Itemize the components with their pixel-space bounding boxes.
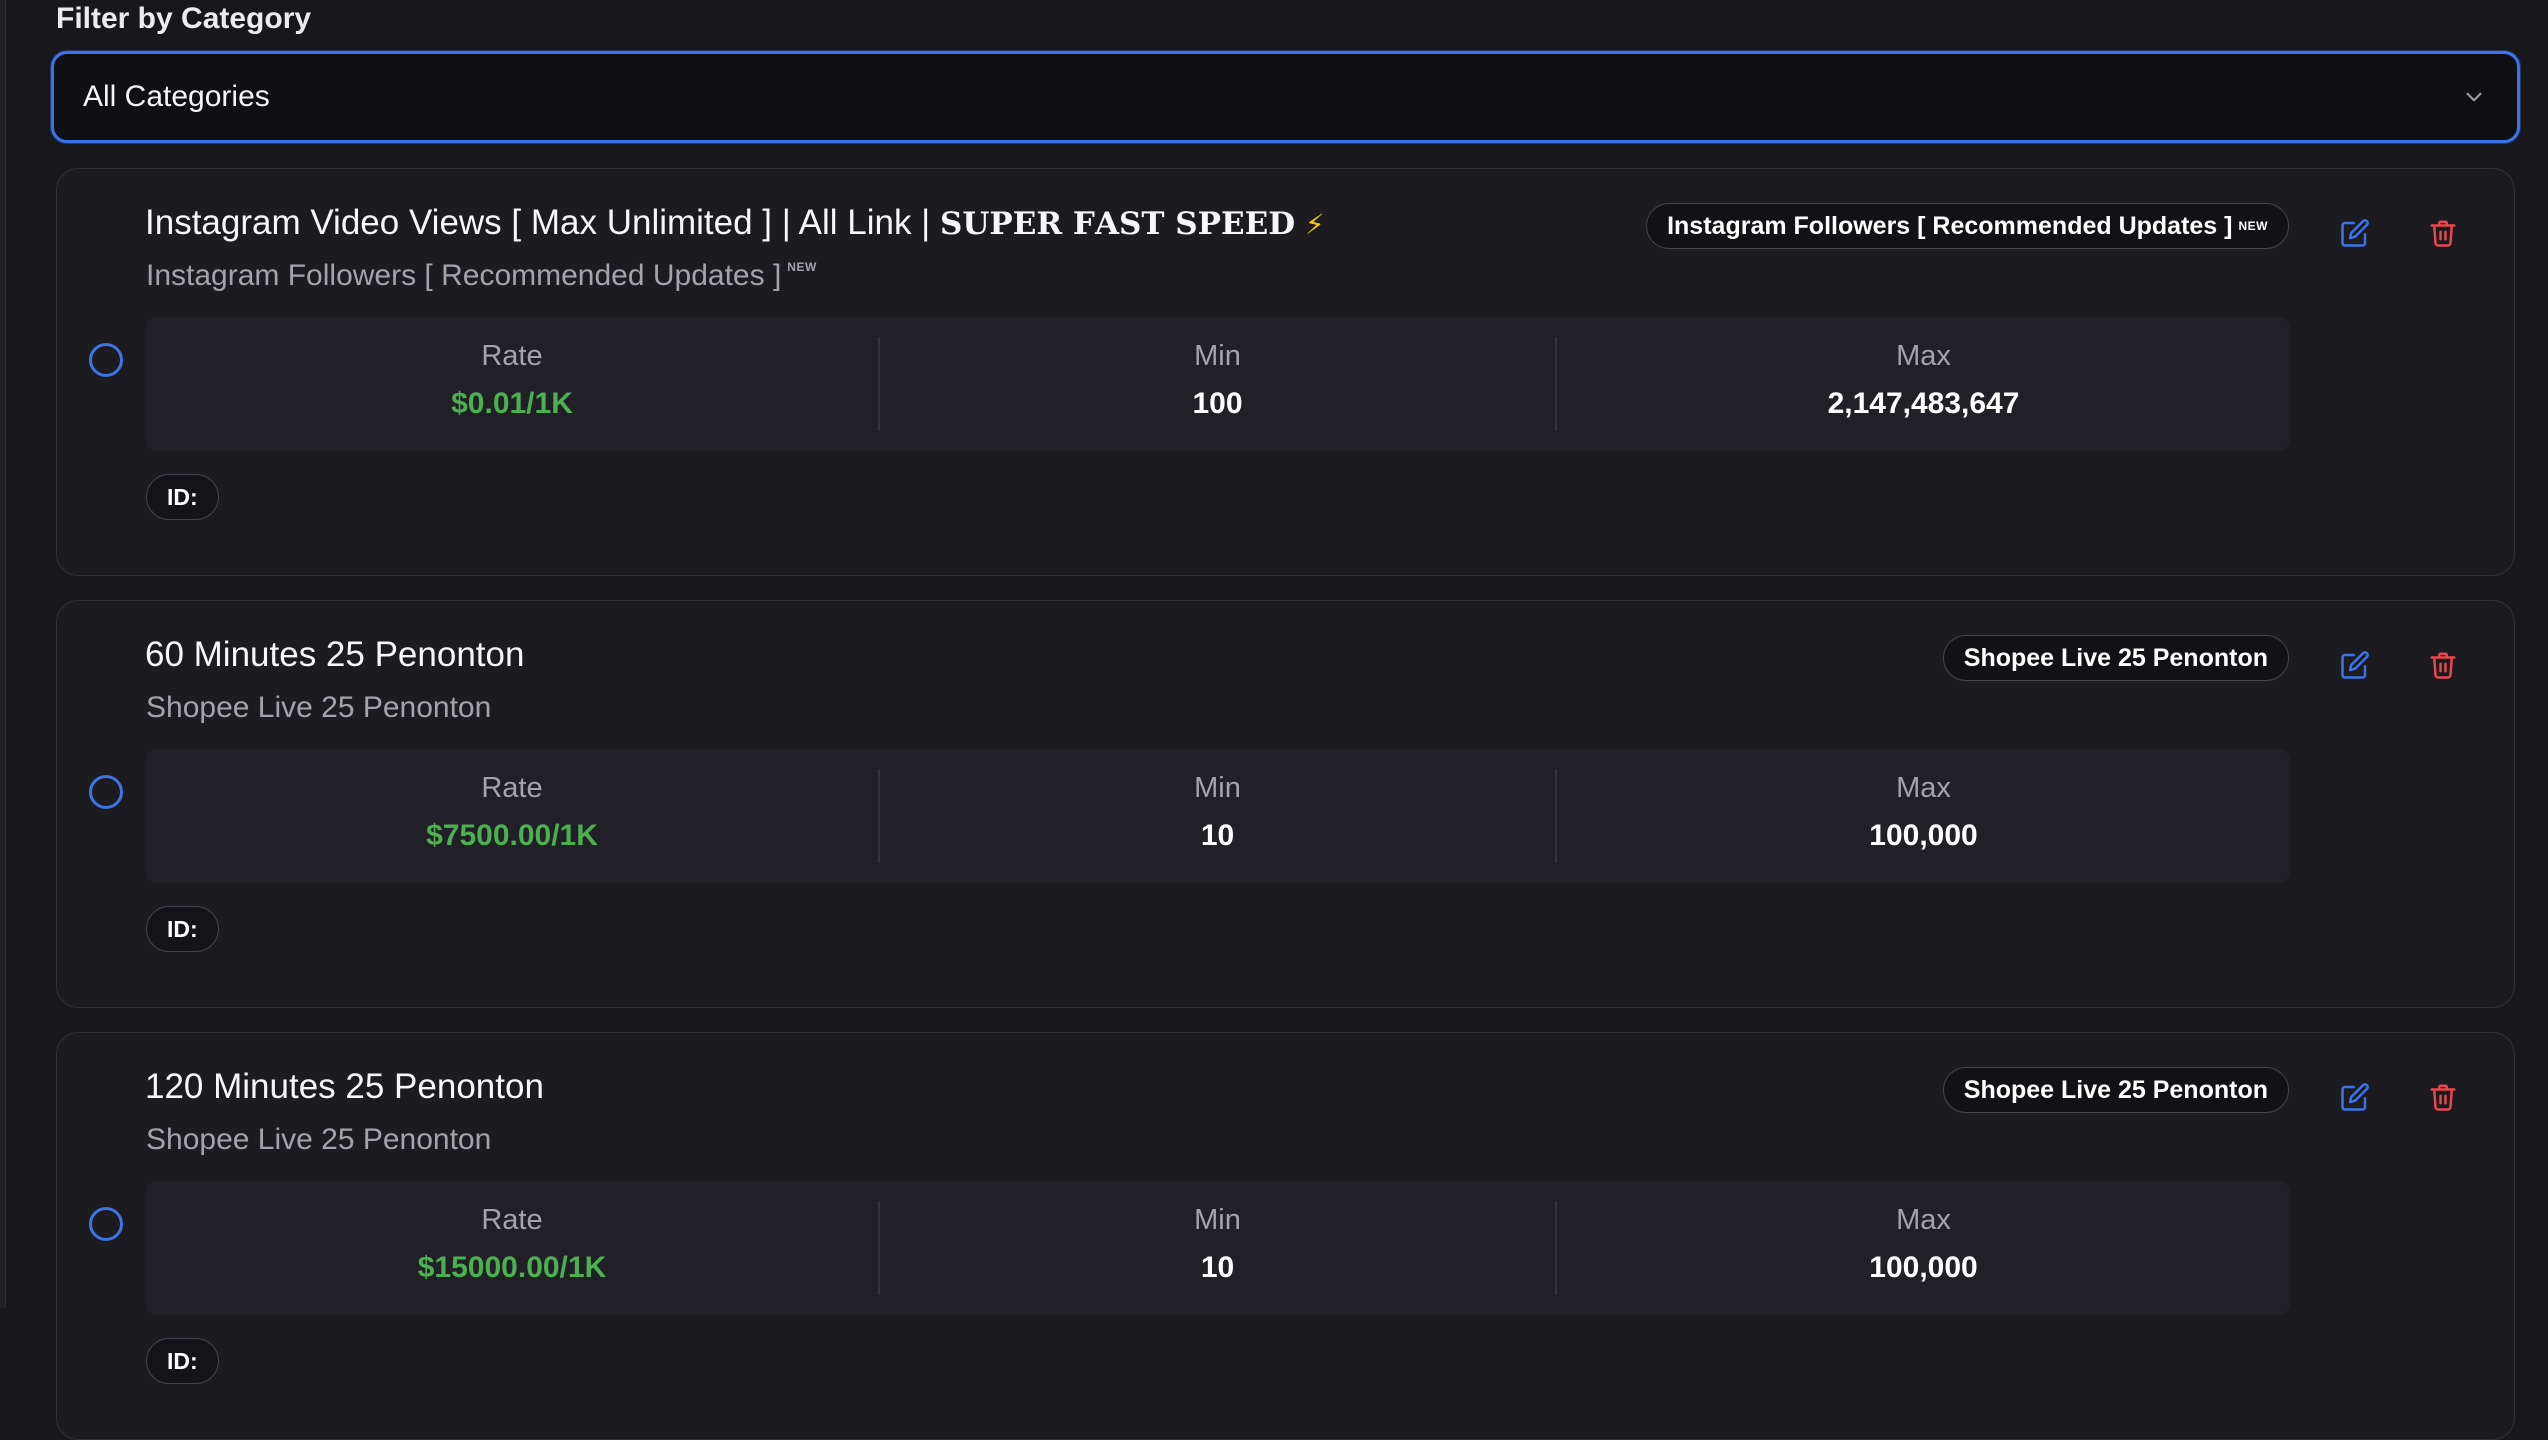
service-stats: Rate $15000.00/1K Min 10 Max 100,000 <box>146 1181 2290 1315</box>
service-title: Instagram Video Views [ Max Unlimited ] … <box>145 203 1325 242</box>
stat-max: Max 100,000 <box>1555 769 2290 863</box>
stat-min: Min 100 <box>878 337 1555 431</box>
category-select[interactable]: All Categories <box>51 51 2520 143</box>
edit-button[interactable] <box>2335 645 2375 685</box>
max-value: 100,000 <box>1869 1251 1978 1284</box>
stat-max: Max 100,000 <box>1555 1201 2290 1295</box>
select-radio[interactable] <box>89 775 123 809</box>
delete-button[interactable] <box>2423 213 2463 253</box>
service-card: 60 Minutes 25 Penonton Shopee Live 25 Pe… <box>56 600 2515 1008</box>
new-tag: NEW <box>2238 219 2268 233</box>
title-emphasis: 𝐒𝐔𝐏𝐄𝐑 𝐅𝐀𝐒𝐓 𝐒𝐏𝐄𝐄𝐃 <box>940 206 1296 242</box>
select-radio[interactable] <box>89 1207 123 1241</box>
service-title: 120 Minutes 25 Penonton <box>145 1067 544 1106</box>
service-category: Shopee Live 25 Penonton <box>146 1123 492 1156</box>
service-category: Shopee Live 25 Penonton <box>146 691 492 724</box>
id-pill: ID: <box>146 474 219 520</box>
rate-value: $0.01/1K <box>451 387 573 420</box>
chevron-down-icon <box>2466 92 2482 102</box>
min-value: 10 <box>1200 819 1235 852</box>
delete-button[interactable] <box>2423 645 2463 685</box>
category-badge: Shopee Live 25 Penonton <box>1942 635 2289 681</box>
service-stats: Rate $7500.00/1K Min 10 Max 100,000 <box>146 749 2290 883</box>
stat-min: Min 10 <box>878 1201 1555 1295</box>
service-card: Instagram Video Views [ Max Unlimited ] … <box>56 168 2515 576</box>
rate-value: $7500.00/1K <box>426 819 598 852</box>
service-category: Instagram Followers [ Recommended Update… <box>146 259 817 292</box>
select-radio[interactable] <box>89 343 123 377</box>
pencil-square-icon <box>2341 219 2369 247</box>
rate-value: $15000.00/1K <box>417 1251 607 1284</box>
edit-button[interactable] <box>2335 1077 2375 1117</box>
delete-button[interactable] <box>2423 1077 2463 1117</box>
stat-rate: Rate $7500.00/1K <box>146 749 878 883</box>
new-tag: NEW <box>787 260 817 274</box>
stat-rate: Rate $0.01/1K <box>146 317 878 451</box>
stat-max: Max 2,147,483,647 <box>1555 337 2290 431</box>
lightning-icon: ⚡ <box>1304 209 1325 240</box>
trash-icon <box>2430 652 2456 679</box>
category-badge: Shopee Live 25 Penonton <box>1942 1067 2289 1113</box>
id-pill: ID: <box>146 906 219 952</box>
pencil-square-icon <box>2341 651 2369 679</box>
filter-label: Filter by Category <box>56 2 312 35</box>
id-pill: ID: <box>146 1338 219 1384</box>
pencil-square-icon <box>2341 1083 2369 1111</box>
edit-button[interactable] <box>2335 213 2375 253</box>
left-rail <box>0 0 6 1308</box>
service-stats: Rate $0.01/1K Min 100 Max 2,147,483,647 <box>146 317 2290 451</box>
trash-icon <box>2430 1084 2456 1111</box>
service-card: 120 Minutes 25 Penonton Shopee Live 25 P… <box>56 1032 2515 1440</box>
stat-min: Min 10 <box>878 769 1555 863</box>
max-value: 100,000 <box>1869 819 1978 852</box>
category-select-value: All Categories <box>83 80 270 113</box>
trash-icon <box>2430 220 2456 247</box>
min-value: 10 <box>1200 1251 1235 1284</box>
min-value: 100 <box>1192 387 1243 420</box>
service-title: 60 Minutes 25 Penonton <box>145 635 525 674</box>
stat-rate: Rate $15000.00/1K <box>146 1181 878 1315</box>
category-badge: Instagram Followers [ Recommended Update… <box>1646 203 2289 249</box>
max-value: 2,147,483,647 <box>1827 387 2020 420</box>
